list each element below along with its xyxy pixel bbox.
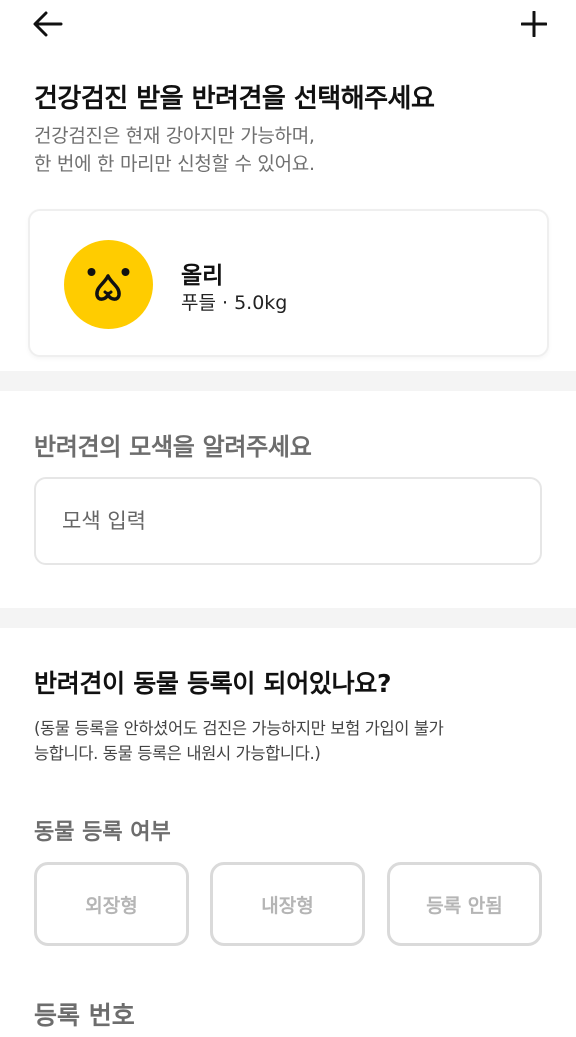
notice-line: (동물 등록을 안하셨어도 검진은 가능하지만 보험 가입이 불가 bbox=[34, 719, 444, 738]
pet-card[interactable]: 올리 푸들 · 5.0kg bbox=[28, 209, 549, 357]
registration-status-label: 동물 등록 여부 bbox=[34, 820, 171, 845]
section-divider bbox=[0, 608, 576, 628]
notice-line: 능합니다. 동물 등록은 내원시 가능합니다.) bbox=[34, 744, 321, 763]
dog-face-icon bbox=[87, 268, 130, 301]
coat-color-section: 반려견의 모색을 알려주세요 bbox=[0, 391, 576, 608]
pet-breed-weight: 푸들 · 5.0kg bbox=[181, 292, 288, 314]
registration-number-label: 등록 번호 bbox=[34, 1001, 135, 1030]
option-not-registered[interactable]: 등록 안됨 bbox=[387, 862, 542, 946]
option-external-chip[interactable]: 외장형 bbox=[34, 862, 189, 946]
section-divider bbox=[0, 371, 576, 391]
subtitle-line: 한 번에 한 마리만 신청할 수 있어요. bbox=[34, 153, 315, 175]
pet-select-section: 건강검진 받을 반려견을 선택해주세요 건강검진은 현재 강아지만 가능하며, … bbox=[0, 48, 576, 371]
coat-color-title: 반려견의 모색을 알려주세요 bbox=[34, 433, 312, 461]
registration-title: 반려견이 동물 등록이 되어있나요? bbox=[34, 669, 392, 698]
pet-avatar bbox=[64, 240, 153, 329]
coat-color-input[interactable] bbox=[34, 477, 542, 565]
health-check-pet-form: 건강검진 받을 반려견을 선택해주세요 건강검진은 현재 강아지만 가능하며, … bbox=[0, 0, 576, 1037]
registration-status-options: 외장형 내장형 등록 안됨 bbox=[34, 862, 542, 946]
arrow-left-icon bbox=[33, 11, 63, 37]
top-bar bbox=[0, 0, 576, 48]
registration-notice: (동물 등록을 안하셨어도 검진은 가능하지만 보험 가입이 불가 능합니다. … bbox=[34, 716, 544, 766]
subtitle-line: 건강검진은 현재 강아지만 가능하며, bbox=[34, 125, 315, 147]
back-button[interactable] bbox=[30, 8, 66, 40]
pet-name: 올리 bbox=[181, 263, 224, 289]
page-subtitle: 건강검진은 현재 강아지만 가능하며, 한 번에 한 마리만 신청할 수 있어요… bbox=[34, 122, 315, 178]
page-title: 건강검진 받을 반려견을 선택해주세요 bbox=[34, 84, 435, 114]
add-pet-button[interactable] bbox=[518, 8, 550, 40]
option-internal-chip[interactable]: 내장형 bbox=[210, 862, 365, 946]
plus-icon bbox=[521, 11, 547, 37]
registration-section: 반려견이 동물 등록이 되어있나요? (동물 등록을 안하셨어도 검진은 가능하… bbox=[0, 628, 576, 1037]
